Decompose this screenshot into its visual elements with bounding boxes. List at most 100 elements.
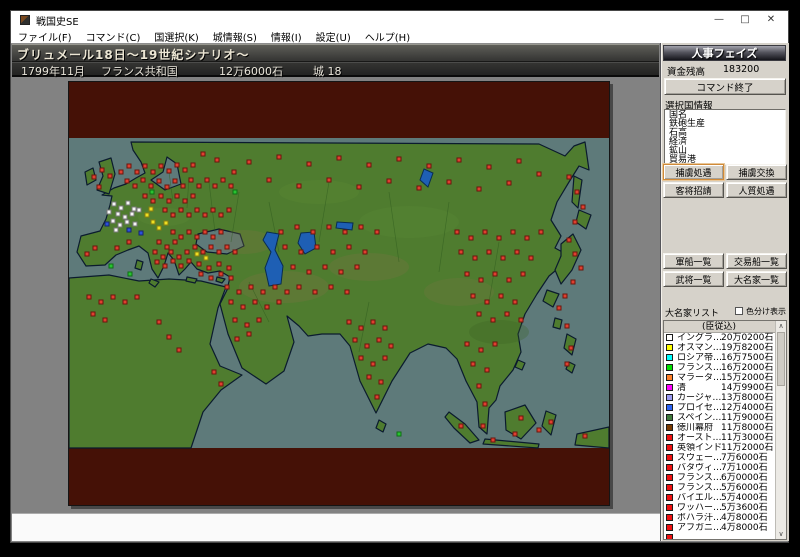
scroll-down-icon[interactable]: ∨ [776, 529, 786, 539]
daimyo-row[interactable]: スウェー…7万6000石 [664, 453, 786, 463]
city-marker[interactable] [127, 228, 131, 232]
daimyo-row[interactable]: フランス…5万6000石 [664, 483, 786, 493]
city-marker[interactable] [227, 266, 231, 270]
city-marker[interactable] [111, 295, 115, 299]
selected-country-info-list[interactable]: 国名鉄砲生産石高経済鉱山貿易港 [664, 109, 786, 165]
city-marker[interactable] [187, 259, 191, 263]
city-marker[interactable] [205, 178, 209, 182]
city-marker[interactable] [151, 199, 155, 203]
city-marker[interactable] [92, 175, 96, 179]
city-marker[interactable] [367, 375, 371, 379]
city-marker[interactable] [175, 194, 179, 198]
city-marker[interactable] [507, 278, 511, 282]
city-marker[interactable] [329, 285, 333, 289]
city-marker[interactable] [383, 326, 387, 330]
city-marker[interactable] [195, 252, 199, 256]
city-marker[interactable] [219, 213, 223, 217]
city-marker[interactable] [225, 285, 229, 289]
city-marker[interactable] [521, 272, 525, 276]
city-marker[interactable] [483, 230, 487, 234]
city-marker[interactable] [212, 370, 216, 374]
city-marker[interactable] [191, 194, 195, 198]
city-marker[interactable] [279, 230, 283, 234]
city-marker[interactable] [219, 230, 223, 234]
city-marker[interactable] [563, 294, 567, 298]
city-marker[interactable] [187, 213, 191, 217]
交易船一覧-button[interactable]: 交易船一覧 [726, 253, 787, 269]
city-marker[interactable] [501, 256, 505, 260]
city-marker[interactable] [197, 184, 201, 188]
city-marker[interactable] [371, 320, 375, 324]
city-marker[interactable] [143, 194, 147, 198]
city-marker[interactable] [118, 223, 122, 227]
daimyo-row[interactable]: 英領インド11万2000石 [664, 443, 786, 453]
menu-item-1[interactable]: ファイル(F) [11, 29, 79, 44]
city-marker[interactable] [537, 428, 541, 432]
city-marker[interactable] [283, 245, 287, 249]
daimyo-row[interactable]: ポハラ汗…4万8000石 [664, 513, 786, 523]
daimyo-row[interactable]: フランス…6万0000石 [664, 473, 786, 483]
city-marker[interactable] [164, 221, 168, 225]
city-marker[interactable] [193, 245, 197, 249]
daimyo-row[interactable]: アフガニ…4万8000石 [664, 523, 786, 533]
city-marker[interactable] [573, 252, 577, 256]
city-marker[interactable] [315, 245, 319, 249]
city-marker[interactable] [265, 305, 269, 309]
city-marker[interactable] [100, 168, 104, 172]
city-marker[interactable] [557, 306, 561, 310]
city-marker[interactable] [493, 342, 497, 346]
close-icon[interactable]: ✕ [758, 11, 784, 29]
city-marker[interactable] [171, 259, 175, 263]
minimize-icon[interactable]: — [706, 11, 732, 29]
daimyo-row[interactable]: バタヴィ…7万1000石 [664, 463, 786, 473]
city-marker[interactable] [297, 184, 301, 188]
city-marker[interactable] [357, 185, 361, 189]
city-marker[interactable] [327, 225, 331, 229]
city-marker[interactable] [253, 300, 257, 304]
city-marker[interactable] [447, 180, 451, 184]
city-marker[interactable] [479, 348, 483, 352]
city-marker[interactable] [487, 165, 491, 169]
city-marker[interactable] [525, 236, 529, 240]
city-marker[interactable] [150, 190, 154, 194]
city-marker[interactable] [295, 225, 299, 229]
city-marker[interactable] [497, 236, 501, 240]
city-marker[interactable] [371, 362, 375, 366]
city-marker[interactable] [204, 256, 208, 260]
city-marker[interactable] [499, 294, 503, 298]
daimyo-row[interactable]: スペイン…11万9000石 [664, 413, 786, 423]
daimyo-list[interactable]: (臣従込) イングラ…20万0200石オスマン…19万8200石ロシア帝…16万… [663, 320, 787, 540]
city-marker[interactable] [233, 190, 237, 194]
city-marker[interactable] [128, 272, 132, 276]
city-marker[interactable] [135, 170, 139, 174]
daimyo-list-scrollbar[interactable]: ∧ ∨ [775, 321, 786, 539]
city-marker[interactable] [203, 230, 207, 234]
捕虜交換-button[interactable]: 捕虜交換 [726, 164, 787, 180]
city-marker[interactable] [109, 264, 113, 268]
軍船一覧-button[interactable]: 軍船一覧 [663, 253, 724, 269]
city-marker[interactable] [459, 424, 463, 428]
city-marker[interactable] [455, 230, 459, 234]
city-marker[interactable] [157, 240, 161, 244]
city-marker[interactable] [345, 290, 349, 294]
city-marker[interactable] [517, 159, 521, 163]
city-marker[interactable] [297, 285, 301, 289]
city-marker[interactable] [477, 384, 481, 388]
city-marker[interactable] [375, 395, 379, 399]
city-marker[interactable] [155, 260, 159, 264]
city-marker[interactable] [397, 157, 401, 161]
city-marker[interactable] [103, 318, 107, 322]
city-marker[interactable] [261, 290, 265, 294]
city-marker[interactable] [549, 420, 553, 424]
city-marker[interactable] [203, 213, 207, 217]
city-marker[interactable] [229, 184, 233, 188]
city-marker[interactable] [119, 206, 123, 210]
city-marker[interactable] [97, 185, 101, 189]
city-marker[interactable] [217, 262, 221, 266]
scrollbar-thumb[interactable] [777, 332, 785, 386]
city-marker[interactable] [397, 432, 401, 436]
city-marker[interactable] [233, 318, 237, 322]
city-marker[interactable] [132, 207, 136, 211]
scroll-up-icon[interactable]: ∧ [776, 321, 786, 331]
daimyo-row[interactable]: 徳川幕府11万8000石 [664, 423, 786, 433]
